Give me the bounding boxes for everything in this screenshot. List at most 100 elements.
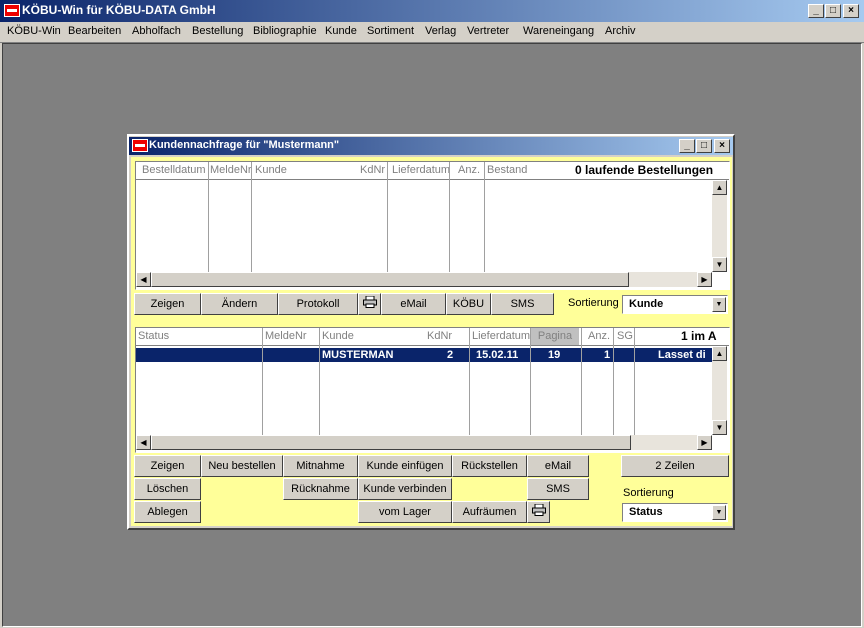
email-request-button[interactable]: eMail (527, 455, 589, 477)
dialog-logo-icon (132, 139, 148, 152)
col-bestand[interactable]: Bestand (487, 162, 527, 179)
scroll-right-icon[interactable]: ▶ (697, 435, 712, 450)
col-pagina[interactable]: Pagina (531, 328, 579, 345)
aufraeumen-button[interactable]: Aufräumen (452, 501, 527, 523)
mitnahme-button[interactable]: Mitnahme (283, 455, 358, 477)
app-title-bar[interactable]: KÖBU-Win für KÖBU-DATA GmbH _ □ × (0, 0, 864, 22)
printer-icon (531, 504, 546, 516)
ablegen-button[interactable]: Ablegen (134, 501, 201, 523)
menu-kunde[interactable]: Kunde (325, 25, 357, 37)
zeigen-button[interactable]: Zeigen (134, 293, 201, 315)
scroll-thumb[interactable] (151, 435, 631, 450)
col-status[interactable]: Status (138, 328, 169, 345)
print-button[interactable] (358, 293, 381, 315)
aendern-button[interactable]: Ändern (201, 293, 278, 315)
col-kunde[interactable]: Kunde (255, 162, 287, 179)
kunde-verbinden-button[interactable]: Kunde verbinden (358, 478, 452, 500)
menu-bar: KÖBU-Win Bearbeiten Abholfach Bestellung… (0, 22, 864, 43)
menu-wareneingang[interactable]: Wareneingang (523, 25, 594, 37)
col-divider (319, 328, 320, 435)
sort-label: Sortierung (568, 297, 619, 309)
col-kdnr[interactable]: KdNr (427, 328, 452, 345)
chevron-down-icon[interactable]: ▼ (712, 505, 726, 520)
menu-bearbeiten[interactable]: Bearbeiten (68, 25, 121, 37)
zeigen-request-button[interactable]: Zeigen (134, 455, 201, 477)
scroll-down-icon[interactable]: ▼ (712, 257, 727, 272)
cell-kdnr: 2 (447, 349, 454, 361)
neu-bestellen-button[interactable]: Neu bestellen (201, 455, 283, 477)
sort-select-requests[interactable]: Status ▼ (622, 503, 728, 522)
sort-select-orders[interactable]: Kunde ▼ (622, 295, 728, 314)
menu-verlag[interactable]: Verlag (425, 25, 456, 37)
menu-vertreter[interactable]: Vertreter (467, 25, 509, 37)
koebu-button[interactable]: KÖBU (446, 293, 491, 315)
orders-list[interactable]: Bestelldatum MeldeNr Kunde KdNr Lieferda… (135, 161, 730, 290)
zwei-zeilen-button[interactable]: 2 Zeilen (621, 455, 729, 477)
col-lieferdatum[interactable]: Lieferdatum (472, 328, 530, 345)
app-logo-icon (4, 4, 20, 17)
col-anz[interactable]: Anz. (588, 328, 610, 345)
menu-abholfach[interactable]: Abholfach (132, 25, 181, 37)
col-kunde[interactable]: Kunde (322, 328, 354, 345)
dialog-minimize-icon[interactable]: _ (679, 139, 695, 153)
requests-vscroll[interactable]: ▲ ▼ (712, 346, 727, 435)
dialog-title: Kundennachfrage für "Mustermann" (149, 139, 340, 151)
scroll-up-icon[interactable]: ▲ (712, 180, 727, 195)
col-kdnr[interactable]: KdNr (360, 162, 385, 179)
scroll-down-icon[interactable]: ▼ (712, 420, 727, 435)
minimize-icon[interactable]: _ (808, 4, 824, 18)
orders-summary: 0 laufende Bestellungen (575, 163, 714, 177)
cell-anz: 1 (604, 349, 611, 361)
email-button[interactable]: eMail (381, 293, 446, 315)
col-divider (613, 328, 614, 435)
table-row[interactable]: MUSTERMAN 2 15.02.11 19 1 Lasset di (136, 348, 712, 362)
col-divider (530, 328, 531, 435)
protokoll-button[interactable]: Protokoll (278, 293, 358, 315)
requests-list[interactable]: Status MeldeNr Kunde KdNr Lieferdatum Pa… (135, 327, 730, 453)
dialog-close-icon[interactable]: × (714, 139, 730, 153)
vom-lager-button[interactable]: vom Lager (358, 501, 452, 523)
orders-hscroll[interactable]: ◀ ▶ (136, 272, 712, 287)
col-lieferdatum[interactable]: Lieferdatum (392, 162, 450, 179)
chevron-down-icon[interactable]: ▼ (712, 297, 726, 312)
maximize-icon[interactable]: □ (825, 4, 841, 18)
loeschen-button[interactable]: Löschen (134, 478, 201, 500)
col-meldenr[interactable]: MeldeNr (210, 162, 252, 179)
col-divider (634, 328, 635, 435)
sms-button[interactable]: SMS (491, 293, 554, 315)
scroll-up-icon[interactable]: ▲ (712, 346, 727, 361)
dialog-maximize-icon[interactable]: □ (696, 139, 712, 153)
col-divider (449, 162, 450, 272)
scroll-left-icon[interactable]: ◀ (136, 272, 151, 287)
printer-icon (362, 296, 377, 308)
scroll-right-icon[interactable]: ▶ (697, 272, 712, 287)
col-divider (387, 162, 388, 272)
ruecknahme-button[interactable]: Rücknahme (283, 478, 358, 500)
col-divider (262, 328, 263, 435)
col-bestelldatum[interactable]: Bestelldatum (142, 162, 206, 179)
requests-summary: 1 im A (681, 329, 717, 343)
menu-koebu-win[interactable]: KÖBU-Win (7, 25, 61, 37)
kunde-einfuegen-button[interactable]: Kunde einfügen (358, 455, 452, 477)
rueckstellen-button[interactable]: Rückstellen (452, 455, 527, 477)
menu-bestellung[interactable]: Bestellung (192, 25, 243, 37)
sort-value: Kunde (629, 298, 664, 310)
print-request-button[interactable] (527, 501, 550, 523)
col-divider (484, 162, 485, 272)
cell-extra: Lasset di (658, 349, 706, 361)
close-icon[interactable]: × (843, 4, 859, 18)
col-meldenr[interactable]: MeldeNr (265, 328, 307, 345)
scroll-thumb[interactable] (151, 272, 629, 287)
sms-request-button[interactable]: SMS (527, 478, 589, 500)
app-title: KÖBU-Win für KÖBU-DATA GmbH (22, 3, 216, 17)
menu-archiv[interactable]: Archiv (605, 25, 636, 37)
col-divider (469, 328, 470, 435)
dialog-title-bar[interactable]: Kundennachfrage für "Mustermann" _ □ × (129, 137, 733, 155)
orders-vscroll[interactable]: ▲ ▼ (712, 180, 727, 272)
menu-bibliographie[interactable]: Bibliographie (253, 25, 317, 37)
menu-sortiment[interactable]: Sortiment (367, 25, 414, 37)
col-anz[interactable]: Anz. (458, 162, 480, 179)
col-sg[interactable]: SG (617, 328, 633, 345)
requests-hscroll[interactable]: ◀ ▶ (136, 435, 712, 450)
scroll-left-icon[interactable]: ◀ (136, 435, 151, 450)
